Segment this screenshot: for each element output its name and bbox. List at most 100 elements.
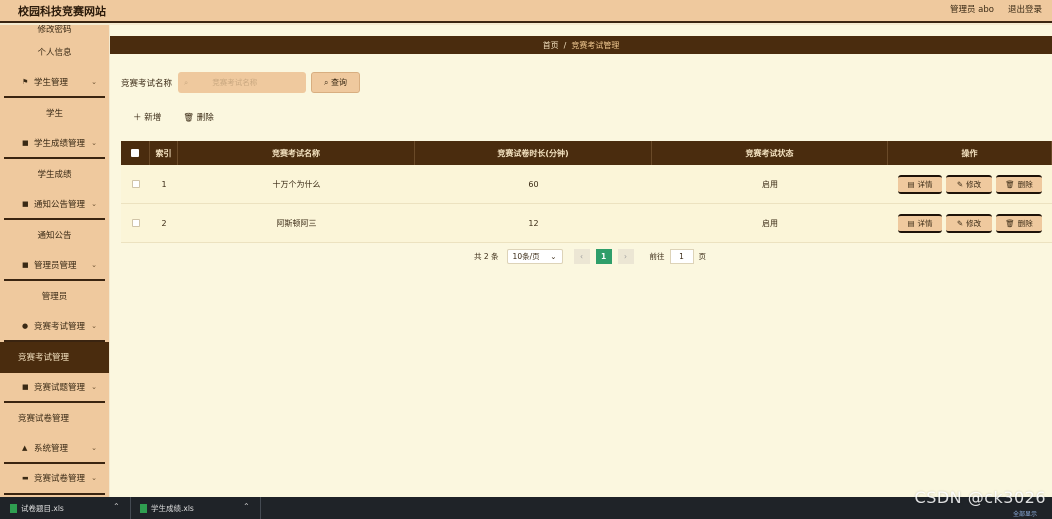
delete-button[interactable]: 🗑 删除 bbox=[996, 174, 1042, 194]
next-page-button[interactable]: › bbox=[617, 249, 634, 264]
column-header-name: 竞赛考试名称 bbox=[178, 141, 415, 165]
sidebar-item-label: 竞赛试卷管理 bbox=[18, 414, 70, 425]
edit-button[interactable]: ✎ 修改 bbox=[946, 174, 992, 194]
column-header-duration: 竞赛试卷时长(分钟) bbox=[415, 141, 652, 165]
grid-icon: ■ bbox=[22, 260, 29, 269]
site-title: 校园科技竞赛网站 bbox=[18, 5, 106, 18]
chevron-up-icon[interactable]: ⌃ bbox=[243, 502, 250, 511]
excel-file-icon bbox=[140, 504, 147, 513]
sidebar-item-label: 管理员 bbox=[41, 292, 68, 303]
breadcrumb: 首页 / 竞赛考试管理 bbox=[110, 36, 1052, 54]
sidebar-group-system[interactable]: ▲ 系统管理 ⌄ bbox=[4, 434, 105, 464]
chevron-down-icon: ⌄ bbox=[91, 443, 97, 452]
prev-page-button[interactable]: ‹ bbox=[573, 249, 590, 264]
goto-label: 前往 bbox=[649, 252, 665, 261]
chevron-down-icon: ⌄ bbox=[91, 321, 97, 330]
data-table: 索引 竞赛考试名称 竞赛试卷时长(分钟) 竞赛考试状态 操作 1 十万个为什么 … bbox=[121, 141, 1052, 243]
add-button[interactable]: ＋ 新增 bbox=[133, 111, 161, 123]
chevron-down-icon: ⌄ bbox=[91, 199, 97, 208]
sidebar-group-exam[interactable]: ● 竞赛考试管理 ⌄ bbox=[4, 312, 105, 342]
sidebar-item-label: 竞赛试题管理 bbox=[34, 382, 86, 393]
trash-icon: 🗑 bbox=[183, 113, 195, 123]
delete-button-label: 删除 bbox=[196, 113, 214, 123]
chevron-down-icon: ⌄ bbox=[550, 252, 557, 261]
breadcrumb-home[interactable]: 首页 bbox=[543, 40, 559, 51]
sidebar-group-paper[interactable]: ▬ 竞赛试卷管理 ⌄ bbox=[4, 464, 105, 495]
sidebar-item-change-password[interactable]: 修改密码 bbox=[0, 25, 109, 37]
edit-button-label: 修改 bbox=[966, 179, 982, 189]
detail-button[interactable]: ▤ 详情 bbox=[898, 174, 942, 194]
table-row: 2 阿斯顿阿三 12 启用 ▤ 详情 ✎ 修改 🗑 删除 bbox=[121, 204, 1052, 243]
pencil-icon: ✎ bbox=[956, 179, 964, 189]
pagination-total: 共 2 条 bbox=[474, 252, 499, 261]
goto-suffix: 页 bbox=[698, 252, 707, 261]
delete-button[interactable]: 🗑 删除 bbox=[996, 213, 1042, 233]
breadcrumb-current: 竞赛考试管理 bbox=[571, 40, 620, 50]
sidebar-item-student[interactable]: 学生 bbox=[0, 98, 109, 129]
sidebar: 修改密码 个人信息 ⚑ 学生管理 ⌄ 学生 ■ 学生成绩管理 ⌄ 学生成绩 ■ 通知公告管… bbox=[0, 25, 109, 497]
document-icon: ▤ bbox=[907, 218, 915, 228]
pencil-icon: ✎ bbox=[956, 218, 964, 228]
sidebar-item-label: 学生成绩 bbox=[37, 170, 72, 181]
top-header: 校园科技竞赛网站 管理员 abo 退出登录 bbox=[0, 0, 1052, 23]
action-bar: ＋ 新增 🗑 删除 bbox=[133, 111, 214, 123]
batch-delete-button[interactable]: 🗑 删除 bbox=[183, 111, 214, 123]
sidebar-group-scores[interactable]: ■ 学生成绩管理 ⌄ bbox=[4, 129, 105, 159]
grid-icon: ■ bbox=[22, 138, 29, 147]
detail-button-label: 详情 bbox=[917, 218, 933, 228]
show-all-link[interactable]: 全部显示 bbox=[1013, 509, 1037, 518]
select-all-checkbox[interactable] bbox=[131, 149, 139, 157]
page-number-button[interactable]: 1 bbox=[595, 249, 612, 264]
search-icon: ⌕ bbox=[184, 77, 189, 87]
sidebar-item-label: 管理员管理 bbox=[34, 260, 77, 271]
sidebar-item-profile[interactable]: 个人信息 bbox=[0, 37, 109, 68]
add-button-label: 新增 bbox=[144, 113, 162, 123]
page-size-select[interactable]: 10条/页 ⌄ bbox=[506, 249, 563, 264]
edit-button[interactable]: ✎ 修改 bbox=[946, 213, 992, 233]
download-bar: 试卷题目.xls ⌃ 学生成绩.xls ⌃ 全部显示 bbox=[0, 497, 1052, 519]
goto-page-input[interactable]: 1 bbox=[669, 249, 694, 264]
sidebar-item-paper-manage[interactable]: 竞赛试卷管理 bbox=[0, 403, 109, 434]
sidebar-item-label: 系统管理 bbox=[34, 443, 69, 454]
search-placeholder: 竞赛考试名称 bbox=[212, 78, 258, 87]
delete-button-label: 删除 bbox=[1017, 218, 1033, 228]
grid-icon: ■ bbox=[22, 382, 29, 391]
sidebar-group-questions[interactable]: ■ 竞赛试题管理 ⌄ bbox=[4, 373, 105, 403]
chevron-right-icon: › bbox=[624, 252, 628, 261]
row-checkbox[interactable] bbox=[131, 180, 140, 188]
table-row: 1 十万个为什么 60 启用 ▤ 详情 ✎ 修改 🗑 删除 bbox=[121, 165, 1052, 204]
logout-link[interactable]: 退出登录 bbox=[1008, 3, 1042, 15]
download-item[interactable]: 试卷题目.xls bbox=[10, 503, 64, 514]
search-input[interactable]: ⌕ 竞赛考试名称 bbox=[178, 72, 307, 93]
sidebar-item-label: 通知公告 bbox=[37, 231, 72, 242]
sidebar-group-admin[interactable]: ■ 管理员管理 ⌄ bbox=[4, 251, 105, 281]
plus-icon: ＋ bbox=[133, 113, 142, 123]
cell-actions: ▤ 详情 ✎ 修改 🗑 删除 bbox=[888, 204, 1052, 242]
chevron-up-icon[interactable]: ⌃ bbox=[113, 502, 120, 511]
sidebar-item-notice[interactable]: 通知公告 bbox=[0, 220, 109, 251]
sidebar-item-label: 学生管理 bbox=[34, 77, 69, 88]
pagination: 共 2 条 10条/页 ⌄ ‹ 1 › 前往 1 页 bbox=[474, 249, 706, 264]
sidebar-group-student[interactable]: ⚑ 学生管理 ⌄ bbox=[4, 68, 105, 98]
sidebar-item-exam-manage[interactable]: 竞赛考试管理 bbox=[0, 342, 109, 373]
download-item[interactable]: 学生成绩.xls bbox=[140, 503, 194, 514]
page-size-value: 10条/页 bbox=[512, 252, 540, 261]
admin-user-label[interactable]: 管理员 abo bbox=[950, 3, 994, 15]
sidebar-group-notice[interactable]: ■ 通知公告管理 ⌄ bbox=[4, 190, 105, 220]
cell-name: 十万个为什么 bbox=[272, 179, 321, 189]
cell-status: 启用 bbox=[762, 179, 778, 189]
edit-button-label: 修改 bbox=[966, 218, 982, 228]
cell-actions: ▤ 详情 ✎ 修改 🗑 删除 bbox=[888, 165, 1052, 203]
excel-file-icon bbox=[10, 504, 17, 513]
query-button[interactable]: ⌕ 查询 bbox=[311, 72, 361, 93]
column-header-actions: 操作 bbox=[888, 141, 1052, 165]
sidebar-item-admin[interactable]: 管理员 bbox=[0, 281, 109, 312]
row-checkbox[interactable] bbox=[131, 219, 140, 227]
table-header: 索引 竞赛考试名称 竞赛试卷时长(分钟) 竞赛考试状态 操作 bbox=[121, 141, 1052, 165]
chevron-down-icon: ⌄ bbox=[91, 474, 97, 482]
grid-icon: ■ bbox=[22, 199, 29, 208]
detail-button[interactable]: ▤ 详情 bbox=[898, 213, 942, 233]
sidebar-item-label: 学生成绩管理 bbox=[34, 138, 86, 149]
sidebar-item-scores[interactable]: 学生成绩 bbox=[0, 159, 109, 190]
search-icon: ⌕ bbox=[324, 77, 329, 87]
